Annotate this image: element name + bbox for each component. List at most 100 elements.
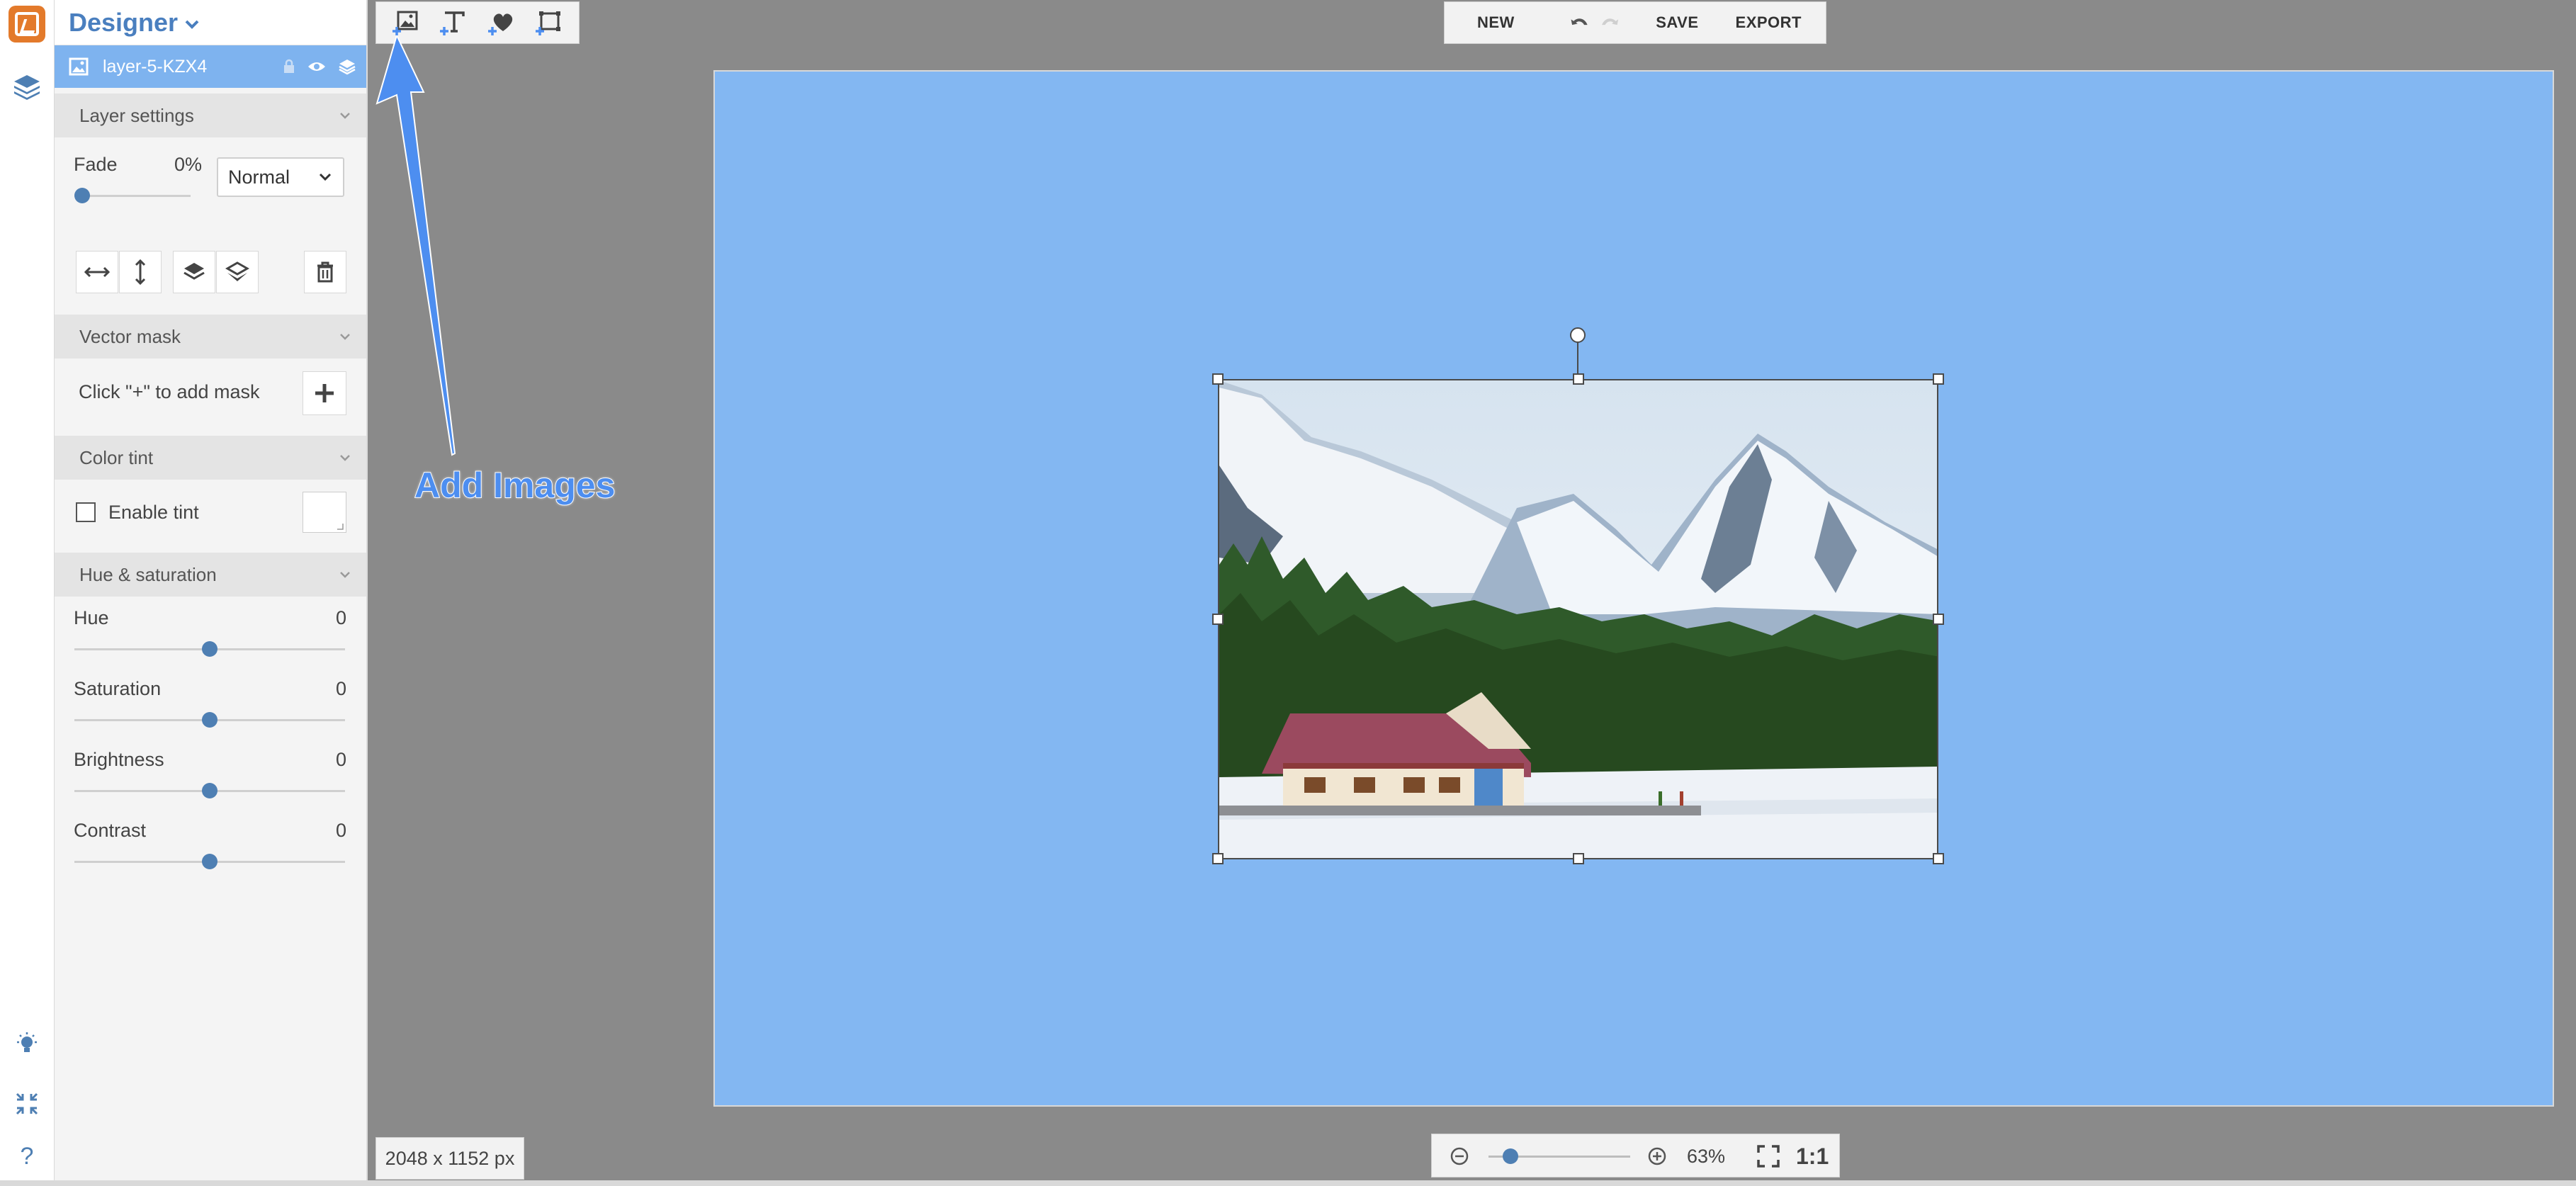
new-button[interactable]: NEW: [1477, 13, 1515, 32]
left-rail: ?: [0, 0, 55, 1186]
add-shape-icon[interactable]: [487, 9, 516, 37]
zoom-controls: 63% 1:1: [1431, 1134, 1840, 1177]
redo-icon[interactable]: [1600, 13, 1620, 33]
layer-panel: Designer layer-5-KZX4 Layer settings Fad…: [55, 0, 368, 1186]
hue-slider[interactable]: [74, 641, 345, 657]
zoom-out-icon[interactable]: [1449, 1146, 1470, 1167]
slider-knob[interactable]: [202, 641, 218, 657]
flip-vertical-icon: [135, 259, 146, 285]
canvas-size-indicator: 2048 x 1152 px: [375, 1137, 524, 1180]
app-title[interactable]: Designer: [69, 8, 178, 38]
chevron-down-icon: [340, 113, 350, 119]
slider-knob[interactable]: [202, 783, 218, 798]
export-button[interactable]: EXPORT: [1736, 13, 1802, 32]
resize-handle-ne[interactable]: [1933, 373, 1944, 385]
brightness-value: 0: [335, 749, 346, 770]
file-toolbar: NEW SAVE EXPORT: [1444, 1, 1826, 44]
send-backward-icon: [225, 261, 249, 281]
resize-corner-icon: [337, 524, 344, 530]
layer-stack-icon[interactable]: [338, 57, 356, 76]
tint-color-swatch[interactable]: [303, 492, 346, 533]
enable-tint-label: Enable tint: [108, 502, 199, 523]
fit-screen-icon[interactable]: [1756, 1144, 1780, 1168]
annotation-arrow: [375, 35, 456, 456]
blend-mode-select[interactable]: Normal: [217, 157, 344, 197]
contrast-label: Contrast: [74, 820, 147, 841]
layer-name[interactable]: layer-5-KZX4: [103, 57, 283, 77]
zoom-in-icon[interactable]: [1646, 1146, 1668, 1167]
saturation-value: 0: [335, 678, 346, 699]
section-title: Color tint: [79, 446, 154, 468]
flip-horizontal-icon: [84, 266, 110, 278]
contrast-value: 0: [335, 820, 346, 841]
add-text-icon[interactable]: [439, 9, 468, 37]
eye-icon[interactable]: [307, 60, 327, 74]
send-backward-button[interactable]: [216, 251, 259, 293]
delete-layer-button[interactable]: [304, 251, 346, 293]
saturation-slider[interactable]: [74, 712, 345, 728]
contrast-slider[interactable]: [74, 854, 345, 869]
annotation-label: Add Images: [414, 465, 616, 506]
layer-row[interactable]: layer-5-KZX4: [55, 45, 366, 88]
bring-forward-button[interactable]: [173, 251, 215, 293]
section-vector-mask[interactable]: Vector mask: [55, 315, 366, 358]
panel-header: Designer: [55, 0, 366, 45]
svg-text:?: ?: [21, 1143, 34, 1170]
fade-label: Fade: [74, 154, 118, 175]
add-image-icon[interactable]: [392, 9, 420, 37]
resize-handle-s[interactable]: [1573, 853, 1584, 864]
undo-icon[interactable]: [1570, 13, 1590, 33]
saturation-label: Saturation: [74, 678, 162, 699]
rotate-handle[interactable]: [1570, 327, 1586, 343]
mountain-lake-photo: [1219, 380, 1937, 858]
fade-value: 0%: [174, 154, 203, 175]
section-color-tint[interactable]: Color tint: [55, 436, 366, 480]
hue-label: Hue: [74, 607, 109, 628]
fade-slider[interactable]: [74, 188, 191, 203]
zoom-level: 63%: [1687, 1146, 1726, 1167]
lightbulb-icon[interactable]: [7, 1024, 47, 1064]
resize-handle-sw[interactable]: [1212, 853, 1224, 864]
flip-vertical-button[interactable]: [119, 251, 162, 293]
save-button[interactable]: SAVE: [1656, 13, 1698, 32]
flip-horizontal-button[interactable]: [76, 251, 118, 293]
resize-handle-e[interactable]: [1933, 614, 1944, 625]
add-frame-icon[interactable]: [535, 9, 563, 37]
actual-size-button[interactable]: 1:1: [1796, 1143, 1829, 1170]
slider-knob[interactable]: [1503, 1148, 1518, 1164]
enable-tint-checkbox[interactable]: [76, 502, 96, 522]
layers-icon[interactable]: [7, 67, 47, 106]
app-logo-icon[interactable]: [9, 6, 45, 43]
help-icon[interactable]: ?: [7, 1136, 47, 1176]
slider-knob[interactable]: [202, 712, 218, 728]
brightness-slider[interactable]: [74, 783, 345, 798]
trash-icon: [317, 261, 333, 283]
lock-icon[interactable]: [283, 59, 295, 74]
section-hue-saturation[interactable]: Hue & saturation: [55, 553, 366, 597]
bottom-edge: [0, 1180, 2576, 1186]
blend-mode-value: Normal: [228, 166, 290, 188]
chevron-down-icon: [319, 173, 332, 181]
brightness-label: Brightness: [74, 749, 164, 770]
section-title: Layer settings: [79, 104, 194, 126]
resize-handle-nw[interactable]: [1212, 373, 1224, 385]
resize-handle-se[interactable]: [1933, 853, 1944, 864]
chevron-down-icon: [340, 572, 350, 578]
bring-forward-icon: [183, 263, 205, 280]
slider-knob[interactable]: [74, 188, 90, 203]
zoom-slider[interactable]: [1488, 1148, 1630, 1164]
chevron-down-icon[interactable]: [183, 16, 200, 33]
plus-icon: [315, 384, 334, 402]
section-title: Vector mask: [79, 325, 181, 347]
fullscreen-icon[interactable]: [7, 1084, 47, 1124]
resize-handle-w[interactable]: [1212, 614, 1224, 625]
add-mask-button[interactable]: [303, 371, 346, 415]
canvas-size-text: 2048 x 1152 px: [385, 1147, 515, 1169]
photo-layer-image[interactable]: [1218, 379, 1938, 859]
designer-app: ? Designer layer-5-KZX4 Layer settings F…: [0, 0, 2576, 1186]
slider-knob[interactable]: [202, 854, 218, 869]
resize-handle-n[interactable]: [1573, 373, 1584, 385]
vector-mask-hint: Click "+" to add mask: [79, 381, 260, 402]
chevron-down-icon: [340, 334, 350, 340]
section-layer-settings[interactable]: Layer settings: [55, 94, 366, 137]
